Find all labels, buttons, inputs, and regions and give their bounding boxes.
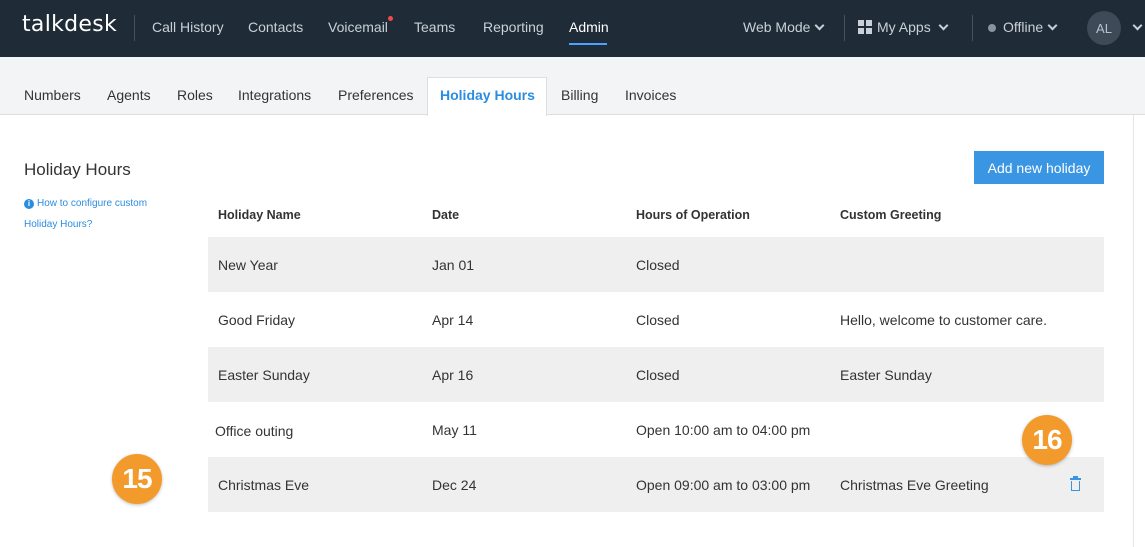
help-link-line1: How to configure custom: [37, 198, 148, 209]
table-row[interactable]: Easter Sunday Apr 16 Closed Easter Sunda…: [208, 347, 1104, 402]
hours-cell: Closed: [636, 257, 680, 273]
talkdesk-logo[interactable]: talkdesk: [22, 12, 117, 37]
holiday-name-cell: Christmas Eve: [218, 477, 310, 493]
nav-admin[interactable]: Admin: [569, 19, 609, 35]
hours-cell: Closed: [636, 312, 680, 328]
trash-icon[interactable]: [1070, 476, 1081, 491]
my-apps-dropdown[interactable]: My Apps: [877, 19, 949, 35]
my-apps-label: My Apps: [877, 19, 931, 35]
page-title: Holiday Hours: [24, 160, 131, 179]
greeting-cell: Hello, welcome to customer care.: [840, 312, 1047, 328]
grid-apps-icon: [858, 20, 872, 34]
callout-badge-16: 16: [1022, 415, 1072, 465]
holiday-name-cell: Office outing: [215, 423, 294, 439]
user-avatar[interactable]: AL: [1087, 11, 1121, 45]
web-mode-label: Web Mode: [743, 19, 811, 35]
web-mode-dropdown[interactable]: Web Mode: [743, 19, 825, 35]
nav-voicemail[interactable]: Voicemail: [328, 19, 388, 35]
column-header-holiday-name: Holiday Name: [218, 208, 301, 222]
holiday-name-cell: Easter Sunday: [218, 367, 310, 383]
active-nav-indicator: [569, 43, 607, 45]
callout-badge-15: 15: [112, 454, 162, 504]
chevron-down-icon: [938, 20, 949, 31]
tab-roles[interactable]: Roles: [177, 87, 213, 103]
column-header-hours: Hours of Operation: [636, 208, 750, 222]
help-link-line2: Holiday Hours?: [24, 219, 93, 230]
nav-teams[interactable]: Teams: [414, 19, 455, 35]
divider: [844, 15, 845, 41]
divider: [972, 15, 973, 41]
top-navigation-bar: talkdesk Call History Contacts Voicemail…: [0, 0, 1145, 57]
logo-divider: [134, 15, 135, 41]
nav-reporting[interactable]: Reporting: [483, 19, 544, 35]
hours-cell: Open 09:00 am to 03:00 pm: [636, 477, 811, 493]
table-row[interactable]: Office outing May 11 Open 10:00 am to 04…: [208, 402, 1104, 457]
nav-contacts[interactable]: Contacts: [248, 19, 303, 35]
date-cell: Apr 16: [432, 367, 474, 383]
date-cell: May 11: [432, 422, 477, 438]
holiday-name-cell: New Year: [218, 257, 278, 273]
chevron-down-icon: [815, 20, 825, 31]
chevron-down-icon[interactable]: [1132, 20, 1143, 31]
tab-agents[interactable]: Agents: [107, 87, 151, 103]
status-label: Offline: [1003, 19, 1044, 35]
tab-billing[interactable]: Billing: [561, 87, 598, 103]
status-dropdown[interactable]: Offline: [1003, 19, 1058, 35]
scrollbar-track[interactable]: [1133, 115, 1134, 547]
add-new-holiday-button[interactable]: Add new holiday: [974, 151, 1104, 184]
admin-subnav: Numbers Agents Roles Integrations Prefer…: [0, 57, 1145, 116]
greeting-cell: Christmas Eve Greeting: [840, 477, 989, 493]
table-row[interactable]: Christmas Eve Dec 24 Open 09:00 am to 03…: [208, 457, 1104, 512]
tab-numbers[interactable]: Numbers: [24, 87, 81, 103]
date-cell: Dec 24: [432, 477, 477, 493]
column-header-date: Date: [432, 208, 460, 222]
chevron-down-icon: [1047, 20, 1058, 31]
table-row[interactable]: New Year Jan 01 Closed: [208, 237, 1104, 292]
tab-preferences[interactable]: Preferences: [338, 87, 413, 103]
tab-integrations[interactable]: Integrations: [238, 87, 311, 103]
help-link[interactable]: i How to configure custom Holiday Hours?: [24, 193, 174, 235]
date-cell: Jan 01: [432, 257, 475, 273]
hours-cell: Open 10:00 am to 04:00 pm: [636, 422, 811, 438]
greeting-cell: Easter Sunday: [840, 367, 932, 383]
tab-holiday-hours[interactable]: Holiday Hours: [440, 87, 535, 103]
info-icon: i: [24, 199, 34, 209]
status-indicator-icon: [988, 24, 996, 32]
table-row[interactable]: Good Friday Apr 14 Closed Hello, welcome…: [208, 292, 1104, 347]
tab-invoices[interactable]: Invoices: [625, 87, 676, 103]
date-cell: Apr 14: [432, 312, 474, 328]
column-header-greeting: Custom Greeting: [840, 208, 942, 222]
holiday-name-cell: Good Friday: [218, 312, 296, 328]
hours-cell: Closed: [636, 367, 680, 383]
voicemail-notification-dot: [388, 16, 393, 21]
nav-call-history[interactable]: Call History: [152, 19, 224, 35]
